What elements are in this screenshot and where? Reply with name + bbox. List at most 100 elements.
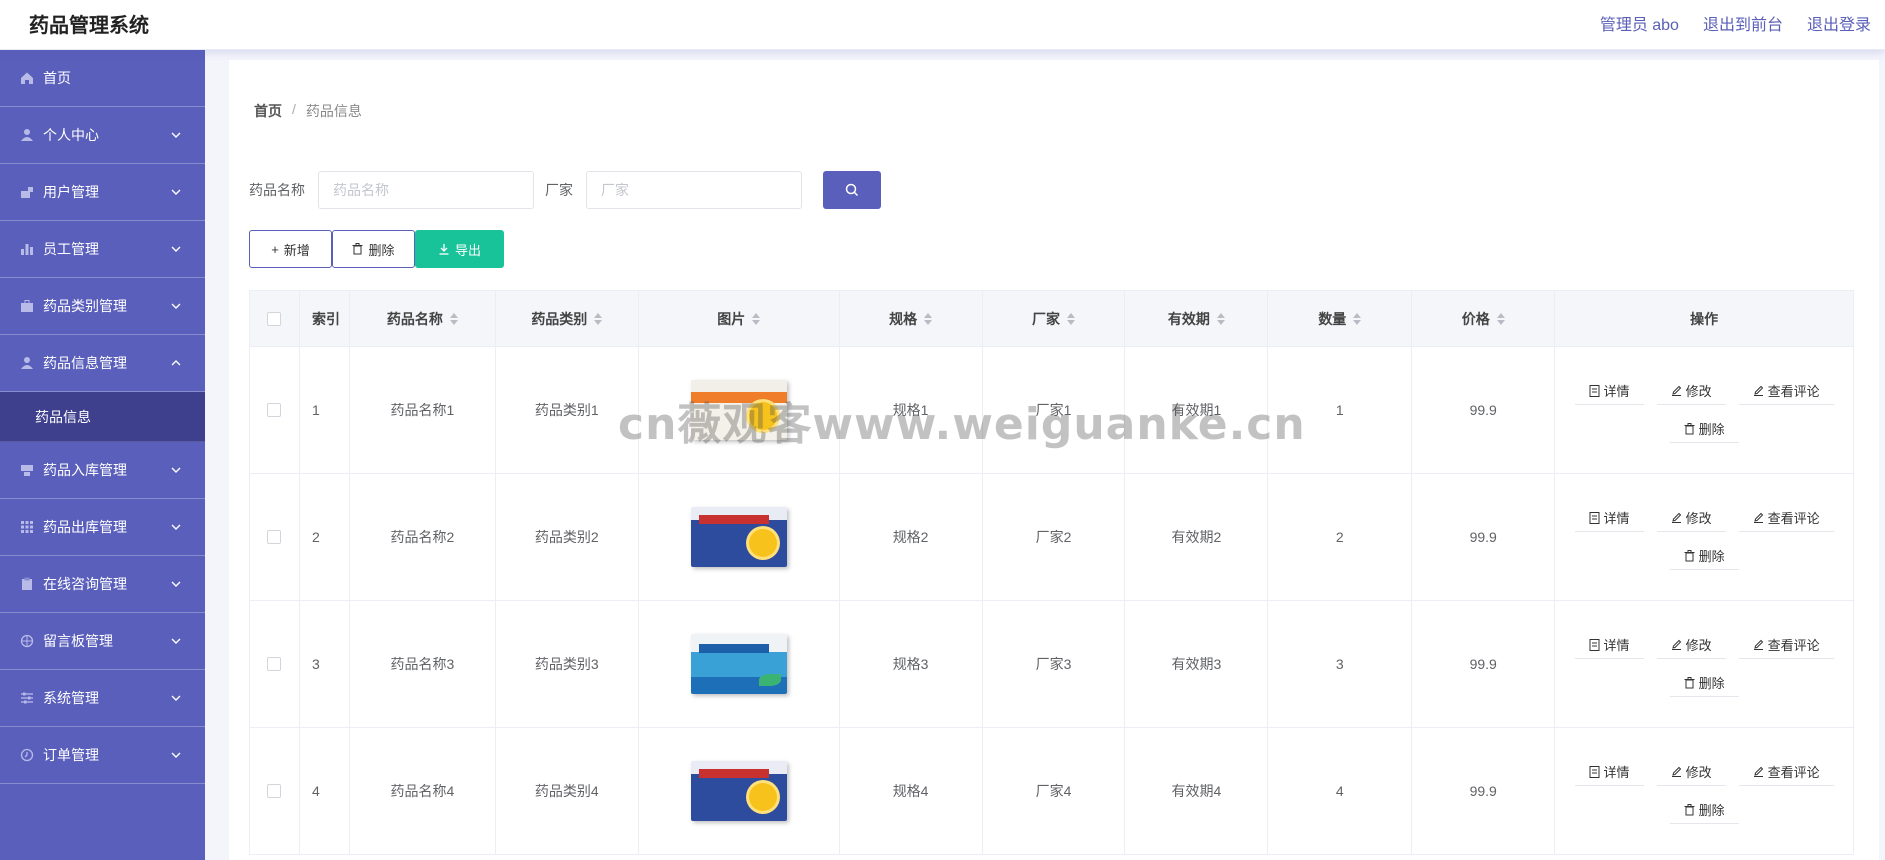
remove-button[interactable]: 删除 xyxy=(1669,415,1739,443)
price-cell: 99.9 xyxy=(1412,347,1556,474)
select-all-checkbox[interactable] xyxy=(267,311,282,326)
export-button[interactable]: 导出 xyxy=(415,230,504,268)
sidebar-subitem-drug-info[interactable]: 药品信息 xyxy=(0,392,205,442)
sort-icon[interactable] xyxy=(1216,312,1225,325)
chevron-down-icon xyxy=(169,242,183,256)
edit-label: 修改 xyxy=(1685,765,1712,780)
trash-icon xyxy=(1684,676,1695,688)
column-header[interactable]: 图片 xyxy=(638,291,840,347)
expiry-cell: 有效期3 xyxy=(1125,601,1269,728)
edit-icon xyxy=(1753,639,1763,650)
comments-label: 查看评论 xyxy=(1767,511,1820,526)
chevron-down-icon xyxy=(169,691,183,705)
sort-icon[interactable] xyxy=(1496,312,1505,325)
sidebar-item-1[interactable]: 个人中心 xyxy=(0,107,205,164)
sidebar-item-9[interactable]: 留言板管理 xyxy=(0,613,205,670)
table-row: 4 药品名称4 药品类别4 规格4 厂家4 有效期4 4 99.9 详情 修改 查看评论 删除 xyxy=(250,728,1854,855)
sidebar-item-3[interactable]: 员工管理 xyxy=(0,221,205,278)
column-header[interactable]: 价格 xyxy=(1412,291,1556,347)
edit-button[interactable]: 修改 xyxy=(1656,504,1726,532)
inbox-icon xyxy=(19,462,35,478)
sidebar-item-11[interactable]: 订单管理 xyxy=(0,727,205,784)
row-checkbox[interactable] xyxy=(267,403,282,417)
price-cell: 99.9 xyxy=(1412,474,1556,601)
sort-icon[interactable] xyxy=(752,312,761,325)
sort-icon[interactable] xyxy=(924,312,933,325)
trash-icon xyxy=(1684,422,1695,434)
remove-button[interactable]: 删除 xyxy=(1669,669,1739,697)
row-checkbox[interactable] xyxy=(267,530,282,544)
remove-button[interactable]: 删除 xyxy=(1669,796,1739,824)
sort-icon[interactable] xyxy=(1353,312,1362,325)
sidebar-item-6[interactable]: 药品入库管理 xyxy=(0,442,205,499)
column-header[interactable]: 数量 xyxy=(1268,291,1413,347)
detail-button[interactable]: 详情 xyxy=(1574,504,1644,532)
sidebar-item-5[interactable]: 药品信息管理 xyxy=(0,335,205,392)
edit-button[interactable]: 修改 xyxy=(1656,377,1726,405)
qty-cell: 2 xyxy=(1268,474,1413,601)
chevron-down-icon xyxy=(169,185,183,199)
comments-button[interactable]: 查看评论 xyxy=(1738,377,1834,405)
front-link[interactable]: 退出到前台 xyxy=(1703,11,1783,35)
sidebar-item-label: 订单管理 xyxy=(43,747,99,763)
comments-button[interactable]: 查看评论 xyxy=(1738,758,1834,786)
row-checkbox[interactable] xyxy=(267,657,282,671)
user-icon xyxy=(19,127,35,143)
delete-button[interactable]: 删除 xyxy=(332,230,415,268)
search-button[interactable] xyxy=(823,171,881,209)
drug-table: 索引 药品名称 药品类别 图片 规格 厂家 有效期 数量 价格 操作 1 药品名称1 药品类别1 规格1 厂… xyxy=(249,290,1854,855)
search-bar: 药品名称 厂家 xyxy=(249,171,881,209)
detail-label: 详情 xyxy=(1603,638,1630,653)
breadcrumb-current: 药品信息 xyxy=(305,103,362,119)
image-cell xyxy=(638,474,840,601)
name-search-input[interactable] xyxy=(318,171,534,209)
chevron-down-icon xyxy=(169,634,183,648)
sort-icon[interactable] xyxy=(449,312,458,325)
column-header[interactable]: 药品名称 xyxy=(349,291,496,347)
qty-cell: 1 xyxy=(1268,347,1413,474)
sidebar-item-label: 用户管理 xyxy=(43,184,99,200)
detail-button[interactable]: 详情 xyxy=(1574,631,1644,659)
detail-button[interactable]: 详情 xyxy=(1574,758,1644,786)
edit-button[interactable]: 修改 xyxy=(1656,758,1726,786)
sidebar-item-2[interactable]: 用户管理 xyxy=(0,164,205,221)
logout-link[interactable]: 退出登录 xyxy=(1807,11,1871,35)
sidebar-item-7[interactable]: 药品出库管理 xyxy=(0,499,205,556)
expiry-cell: 有效期2 xyxy=(1125,474,1269,601)
sidebar-item-0[interactable]: 首页 xyxy=(0,50,205,107)
column-header[interactable]: 规格 xyxy=(839,291,983,347)
comments-button[interactable]: 查看评论 xyxy=(1738,631,1834,659)
admin-link[interactable]: 管理员 abo xyxy=(1600,11,1679,35)
sidebar-item-10[interactable]: 系统管理 xyxy=(0,670,205,727)
maker-cell: 厂家1 xyxy=(982,347,1126,474)
sidebar-item-4[interactable]: 药品类别管理 xyxy=(0,278,205,335)
chevron-up-icon xyxy=(169,356,183,370)
drug-image xyxy=(690,507,787,567)
row-select-cell xyxy=(250,728,300,855)
column-header[interactable]: 有效期 xyxy=(1125,291,1269,347)
price-cell: 99.9 xyxy=(1412,601,1556,728)
column-header[interactable]: 药品类别 xyxy=(495,291,639,347)
expiry-cell: 有效期1 xyxy=(1125,347,1269,474)
edit-button[interactable]: 修改 xyxy=(1656,631,1726,659)
row-checkbox[interactable] xyxy=(267,784,282,798)
detail-label: 详情 xyxy=(1603,511,1630,526)
table-row: 2 药品名称2 药品类别2 规格2 厂家2 有效期2 2 99.9 详情 修改 查看评论 删除 xyxy=(250,474,1854,601)
maker-search-label: 厂家 xyxy=(545,182,573,198)
column-header[interactable]: 厂家 xyxy=(982,291,1126,347)
remove-button[interactable]: 删除 xyxy=(1669,542,1739,570)
sort-icon[interactable] xyxy=(1067,312,1075,325)
breadcrumb-home[interactable]: 首页 xyxy=(254,101,282,121)
index-cell: 3 xyxy=(299,601,350,728)
sidebar-item-8[interactable]: 在线咨询管理 xyxy=(0,556,205,613)
comments-button[interactable]: 查看评论 xyxy=(1738,504,1834,532)
sort-icon[interactable] xyxy=(594,312,603,325)
document-icon xyxy=(1589,511,1600,524)
edit-label: 修改 xyxy=(1685,384,1712,399)
detail-button[interactable]: 详情 xyxy=(1574,377,1644,405)
add-button[interactable]: + 新增 xyxy=(249,230,332,268)
row-actions: 详情 修改 查看评论删除 xyxy=(1569,631,1839,697)
edit-label: 修改 xyxy=(1685,511,1712,526)
image-cell xyxy=(638,601,840,728)
maker-search-input[interactable] xyxy=(586,171,802,209)
